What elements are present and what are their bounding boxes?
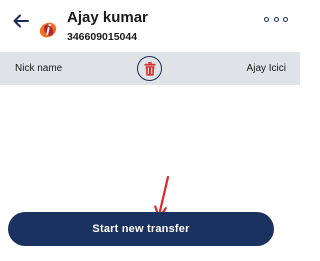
nickname-label: Nick name	[15, 63, 63, 74]
more-options-button[interactable]	[264, 12, 288, 26]
start-new-transfer-label: Start new transfer	[92, 223, 190, 235]
nickname-value: Ajay Icici	[246, 63, 286, 74]
nickname-bar: Nick name Ajay Icici	[0, 52, 300, 85]
payee-name: Ajay kumar	[67, 9, 148, 26]
delete-payee-button[interactable]	[137, 56, 162, 81]
more-horizontal-icon-dot	[273, 16, 279, 22]
icici-bank-logo-icon	[39, 22, 57, 38]
trash-icon	[144, 61, 155, 76]
header: Ajay kumar 346609015044	[0, 0, 300, 52]
back-button[interactable]	[10, 10, 32, 32]
more-horizontal-icon-dot	[283, 16, 288, 22]
start-new-transfer-button[interactable]: Start new transfer	[8, 212, 274, 246]
arrow-left-icon	[13, 14, 29, 28]
payee-account-number: 346609015044	[67, 31, 138, 43]
more-horizontal-icon	[264, 16, 269, 22]
